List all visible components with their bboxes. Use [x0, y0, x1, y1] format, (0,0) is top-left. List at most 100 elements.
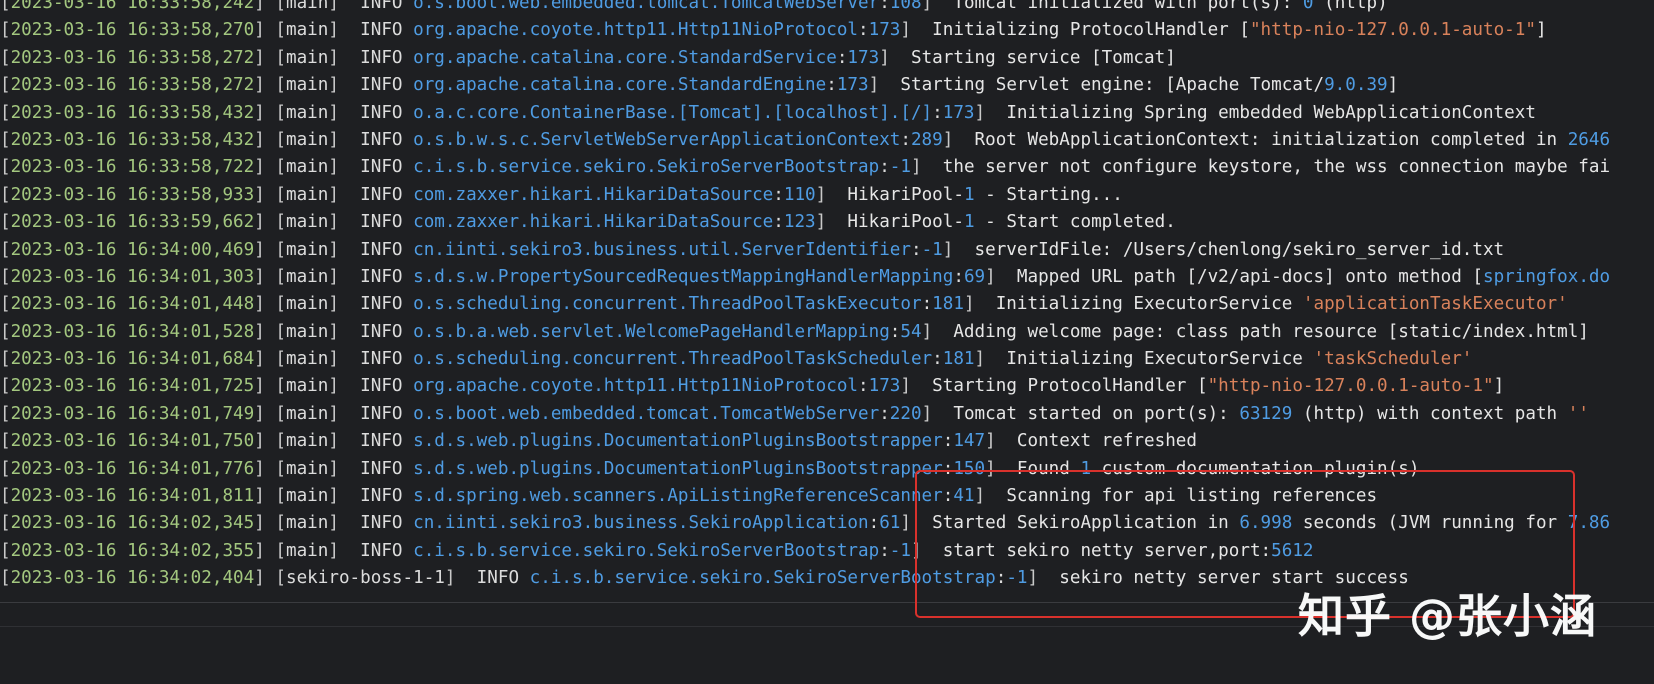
log-line[interactable]: [2023-03-16 16:33:58,270] [main] INFO or…: [0, 17, 1654, 44]
separator: :: [921, 294, 933, 315]
bracket: ]: [328, 513, 361, 534]
log-timestamp: 2023-03-16 16:33:58,272: [10, 47, 255, 68]
log-thread: main: [286, 321, 329, 342]
log-message-part: the server not configure keystore, the w…: [942, 157, 1611, 178]
log-line[interactable]: [2023-03-16 16:33:58,272] [main] INFO or…: [0, 45, 1654, 72]
log-logger: com.zaxxer.hikari.HikariDataSource: [413, 212, 774, 233]
bracket: ]: [328, 376, 361, 397]
log-message-part: Starting service [Tomcat]: [910, 47, 1176, 68]
separator: :: [826, 75, 837, 96]
log-message-part: Tomcat started on port(s):: [953, 403, 1240, 424]
log-line[interactable]: [2023-03-16 16:33:58,722] [main] INFO c.…: [0, 154, 1654, 181]
bracket: ]: [942, 129, 975, 150]
log-message-part: Mapped URL path [/v2/api-docs] onto meth…: [1016, 266, 1483, 287]
bracket: ]: [815, 184, 848, 205]
bracket: ] [: [254, 102, 286, 123]
bracket: ] [: [254, 568, 286, 589]
bracket: ]: [328, 486, 361, 507]
bracket: [: [0, 376, 11, 397]
log-line-number: -1: [889, 540, 911, 561]
log-message-part: Initializing ProtocolHandler [: [932, 20, 1250, 41]
log-line-number: 173: [868, 20, 901, 41]
log-line[interactable]: [2023-03-16 16:34:01,725] [main] INFO or…: [0, 373, 1654, 400]
log-level: INFO: [360, 239, 403, 260]
log-timestamp: 2023-03-16 16:34:01,776: [10, 458, 255, 479]
log-line[interactable]: [2023-03-16 16:34:01,749] [main] INFO o.…: [0, 401, 1654, 428]
log-line[interactable]: [2023-03-16 16:33:59,662] [main] INFO co…: [0, 209, 1654, 236]
log-message-part: '': [1567, 403, 1589, 424]
bracket: ]: [974, 349, 1007, 370]
log-message-part: 'taskScheduler': [1313, 349, 1473, 370]
log-line-number: 110: [783, 184, 816, 205]
bracket: [: [0, 102, 11, 123]
bracket: [: [0, 568, 11, 589]
log-thread: main: [286, 349, 329, 370]
log-timestamp: 2023-03-16 16:33:59,662: [10, 212, 255, 233]
log-timestamp: 2023-03-16 16:33:58,432: [10, 129, 255, 150]
log-line[interactable]: [2023-03-16 16:33:58,432] [main] INFO o.…: [0, 127, 1654, 154]
log-thread: sekiro-boss-1-1: [286, 568, 445, 589]
bracket: ]: [328, 321, 361, 342]
log-line[interactable]: [2023-03-16 16:34:01,448] [main] INFO o.…: [0, 291, 1654, 318]
separator: :: [858, 20, 869, 41]
log-message-part: Adding welcome page: class path resource…: [953, 321, 1589, 342]
log-logger: org.apache.catalina.core.StandardEngine: [413, 75, 827, 96]
log-message-part: 63129: [1239, 403, 1293, 424]
log-line[interactable]: [2023-03-16 16:34:01,684] [main] INFO o.…: [0, 346, 1654, 373]
log-timestamp: 2023-03-16 16:34:01,811: [10, 486, 255, 507]
bracket: ]: [985, 266, 1017, 287]
bracket: [: [0, 458, 11, 479]
log-level: INFO: [360, 349, 403, 370]
log-level: INFO: [360, 266, 403, 287]
log-line-number: -1: [921, 239, 943, 260]
log-line-number: 181: [942, 349, 975, 370]
log-line-number: 173: [836, 75, 869, 96]
log-line[interactable]: [2023-03-16 16:33:58,272] [main] INFO or…: [0, 72, 1654, 99]
log-line-number: 173: [942, 102, 975, 123]
log-line[interactable]: [2023-03-16 16:33:58,242] [main] INFO o.…: [0, 0, 1654, 17]
log-level: INFO: [476, 568, 520, 589]
log-message-part: - Start completed.: [974, 212, 1176, 233]
log-message-part: HikariPool-: [847, 212, 964, 233]
separator: :: [942, 431, 954, 452]
bracket: ] [: [254, 20, 286, 41]
log-line-number: 289: [910, 129, 943, 150]
log-logger: o.s.scheduling.concurrent.ThreadPoolTask…: [413, 349, 933, 370]
log-line[interactable]: [2023-03-16 16:33:58,933] [main] INFO co…: [0, 182, 1654, 209]
log-line[interactable]: [2023-03-16 16:34:01,303] [main] INFO s.…: [0, 264, 1654, 291]
log-line[interactable]: [2023-03-16 16:34:01,528] [main] INFO o.…: [0, 319, 1654, 346]
bracket: ]: [963, 294, 996, 315]
log-message-part: springfox.do: [1482, 266, 1611, 287]
bracket: ] [: [254, 184, 286, 205]
log-line[interactable]: [2023-03-16 16:33:58,432] [main] INFO o.…: [0, 100, 1654, 127]
log-line[interactable]: [2023-03-16 16:34:00,469] [main] INFO cn…: [0, 237, 1654, 264]
log-logger: o.s.boot.web.embedded.tomcat.TomcatWebSe…: [413, 0, 880, 13]
bracket: [: [0, 157, 11, 178]
bracket: ] [: [254, 239, 286, 260]
log-logger: s.d.s.web.plugins.DocumentationPluginsBo…: [413, 431, 943, 452]
log-level: INFO: [360, 0, 403, 13]
log-logger: o.s.b.a.web.servlet.WelcomePageHandlerMa…: [413, 321, 890, 342]
log-line[interactable]: [2023-03-16 16:34:01,750] [main] INFO s.…: [0, 428, 1654, 455]
log-message-part: - Starting...: [974, 184, 1123, 205]
bracket: ]: [328, 157, 361, 178]
separator: :: [889, 321, 901, 342]
bracket: ]: [444, 568, 477, 589]
bracket: [: [0, 403, 11, 424]
separator: :: [836, 47, 848, 68]
bracket: [: [0, 47, 11, 68]
log-line-number: 69: [963, 266, 986, 287]
bracket: ]: [328, 349, 361, 370]
bracket: ]: [868, 75, 901, 96]
bracket: ] [: [254, 376, 286, 397]
log-level: INFO: [360, 47, 403, 68]
